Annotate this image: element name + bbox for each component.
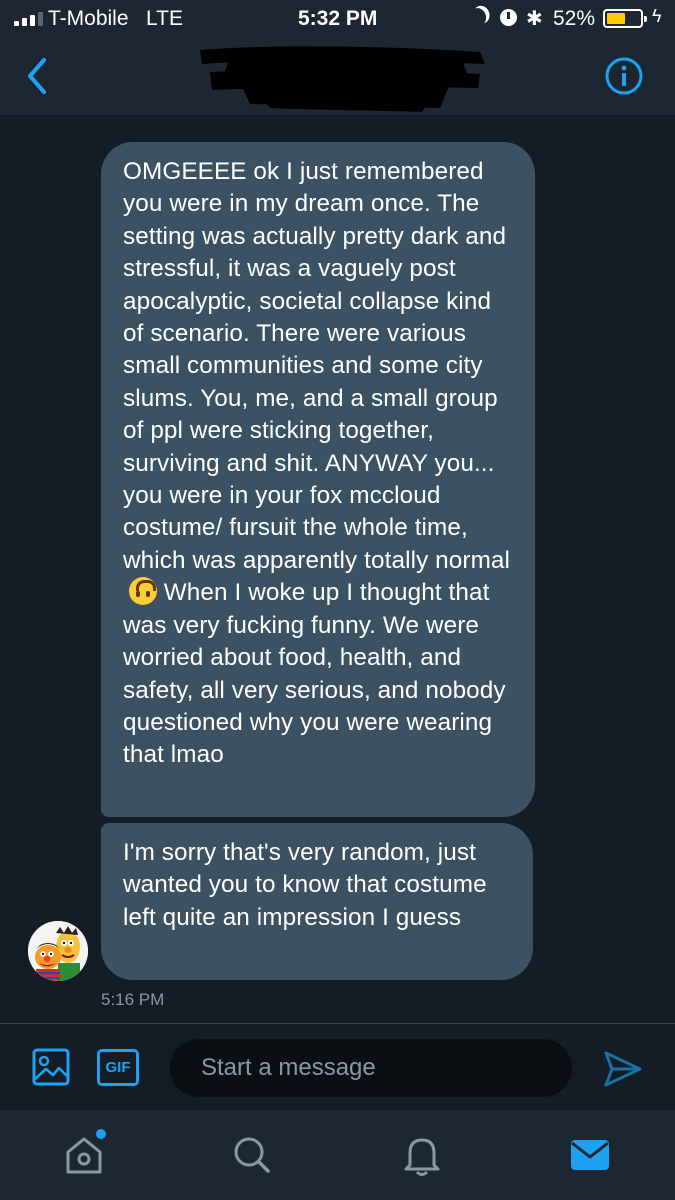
notifications-icon[interactable] (400, 1132, 444, 1178)
battery-percent: 52% (553, 7, 596, 30)
message-text: OMGEEEE ok I just remembered you were in… (123, 158, 511, 574)
battery-icon (603, 9, 647, 28)
redacted-contact-name (200, 46, 485, 112)
image-icon[interactable] (32, 1048, 70, 1086)
do-not-disturb-icon (467, 6, 488, 28)
home-badge-dot (96, 1129, 106, 1139)
avatar[interactable] (28, 921, 88, 981)
message-input[interactable] (170, 1039, 572, 1097)
conversation-header (0, 40, 675, 116)
alarm-icon (500, 9, 517, 26)
send-icon[interactable] (603, 1050, 643, 1088)
message-timestamp: 5:16 PM (101, 990, 165, 1009)
upside-down-face-emoji-icon (129, 577, 157, 606)
message-bubble[interactable]: OMGEEEE ok I just remembered you were in… (101, 142, 535, 817)
signal-strength-icon (14, 10, 43, 26)
avatar-image (28, 921, 88, 981)
info-circle-icon[interactable] (604, 56, 644, 96)
messages-icon[interactable] (568, 1132, 612, 1178)
composer-divider (0, 1023, 675, 1024)
status-bar: T-Mobile LTE 5:32 PM ✱ 52% ϟ (0, 0, 675, 40)
search-icon[interactable] (230, 1132, 274, 1178)
message-bubble[interactable]: I'm sorry that's very random, just wante… (101, 823, 533, 980)
chevron-left-icon[interactable] (22, 54, 58, 98)
gif-button[interactable]: GIF (97, 1049, 139, 1086)
charging-icon: ϟ (652, 6, 662, 26)
bottom-tab-bar (0, 1110, 675, 1200)
carrier-label: T-Mobile LTE (48, 7, 184, 30)
message-text-continued: When I woke up I thought that was very f… (123, 579, 506, 769)
message-text: I'm sorry that's very random, just wante… (123, 839, 487, 931)
bluetooth-icon: ✱ (526, 8, 543, 30)
status-time: 5:32 PM (298, 7, 378, 30)
